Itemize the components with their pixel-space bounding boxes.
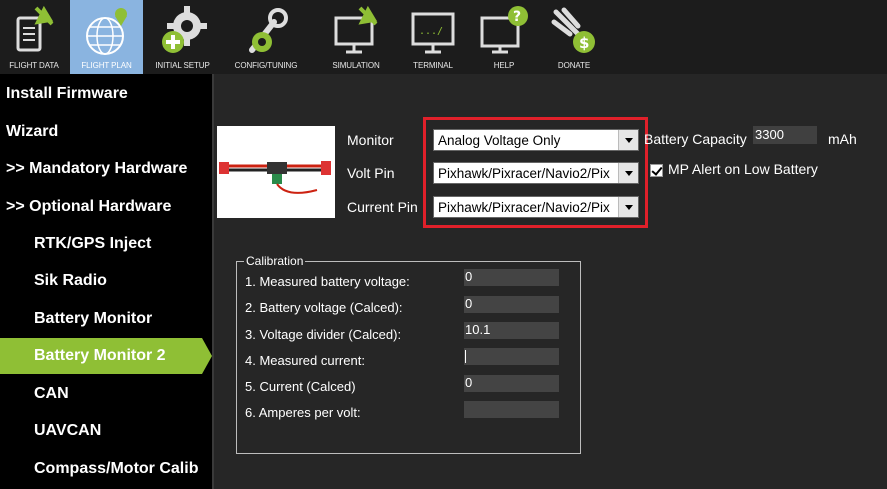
sidebar-item-optional-hardware[interactable]: >> Optional Hardware (0, 189, 212, 225)
terminal-label: TERMINAL (413, 61, 453, 70)
sidebar-item-battery-monitor[interactable]: Battery Monitor (0, 301, 212, 337)
sidebar-item-uavcan[interactable]: UAVCAN (0, 413, 212, 449)
initial-setup-gear-icon (161, 6, 207, 53)
config-wrench-icon (249, 8, 288, 53)
calib-label-amperes-per-volt: 6. Amperes per volt: (245, 405, 361, 420)
battery-capacity-input[interactable]: 3300 (753, 126, 817, 144)
simulation-button[interactable]: SIMULATION (316, 0, 396, 74)
config-tuning-button[interactable]: CONFIG/TUNING (222, 0, 310, 74)
help-icon: ? (480, 6, 528, 54)
donate-label: DONATE (557, 61, 591, 70)
simulation-monitor-icon (334, 5, 378, 54)
voltage-divider-input[interactable]: 10.1 (464, 322, 559, 339)
flight-data-button[interactable]: FLIGHT DATA (0, 0, 68, 74)
measured-voltage-input[interactable]: 0 (464, 269, 559, 286)
flight-plan-button[interactable]: FLIGHT PLAN (70, 0, 143, 74)
simulation-label: SIMULATION (332, 61, 380, 70)
battery-capacity-label: Battery Capacity (644, 131, 747, 147)
measured-current-input[interactable] (464, 348, 559, 365)
svg-text:.../: .../ (419, 26, 443, 37)
sidebar-item-rtk-gps-inject[interactable]: RTK/GPS Inject (0, 226, 212, 262)
initial-setup-button[interactable]: INITIAL SETUP (145, 0, 220, 74)
flight-data-icon (16, 5, 54, 52)
sidebar-item-wizard[interactable]: Wizard (0, 114, 212, 150)
sidebar-item-mandatory-hardware[interactable]: >> Mandatory Hardware (0, 151, 212, 187)
flight-plan-label: FLIGHT PLAN (81, 61, 132, 70)
monitor-label: Monitor (347, 132, 394, 148)
sidebar-item-compass-motor-calib[interactable]: Compass/Motor Calib (0, 451, 212, 487)
calib-label-voltage-calced: 2. Battery voltage (Calced): (245, 300, 403, 315)
terminal-icon: .../ (411, 12, 455, 54)
flight-data-label: FLIGHT DATA (9, 61, 59, 70)
current-pin-label: Current Pin (347, 199, 418, 215)
svg-text:?: ? (513, 9, 521, 25)
calib-label-measured-current: 4. Measured current: (245, 353, 365, 368)
amperes-per-volt-input[interactable] (464, 401, 559, 418)
help-label: HELP (493, 61, 515, 70)
donate-button[interactable]: $ DONATE (540, 0, 608, 74)
donate-icon: $ (551, 7, 595, 53)
mp-alert-checkbox[interactable] (650, 164, 663, 177)
calib-label-current-calced: 5. Current (Calced) (245, 379, 356, 394)
calib-label-measured-voltage: 1. Measured battery voltage: (245, 274, 410, 289)
svg-text:$: $ (579, 34, 589, 52)
calibration-title: Calibration (244, 254, 306, 268)
volt-pin-label: Volt Pin (347, 165, 395, 181)
main-toolbar: FLIGHT DATA FLIGHT PLAN INITIAL SETUP CO… (0, 0, 887, 74)
sidebar-item-battery-monitor-2[interactable]: Battery Monitor 2 (0, 338, 212, 374)
sidebar-item-install-firmware[interactable]: Install Firmware (0, 76, 212, 112)
calib-label-voltage-divider: 3. Voltage divider (Calced): (245, 327, 402, 342)
current-calced-input[interactable]: 0 (464, 375, 559, 392)
initial-setup-label: INITIAL SETUP (155, 61, 210, 70)
voltage-calced-input[interactable]: 0 (464, 296, 559, 313)
mp-alert-label: MP Alert on Low Battery (668, 161, 818, 177)
text-caret (465, 350, 466, 364)
config-tuning-label: CONFIG/TUNING (234, 61, 298, 70)
battery-module-image (217, 126, 335, 218)
terminal-button[interactable]: .../ TERMINAL (398, 0, 468, 74)
sidebar-item-sik-radio[interactable]: Sik Radio (0, 263, 212, 299)
sidebar-item-can[interactable]: CAN (0, 376, 212, 412)
battery-capacity-unit: mAh (828, 131, 857, 147)
highlight-annotation (423, 117, 648, 228)
help-button[interactable]: ? HELP (470, 0, 538, 74)
setup-sidebar: Install Firmware Wizard >> Mandatory Har… (0, 74, 212, 489)
flight-plan-globe-icon (85, 8, 127, 55)
